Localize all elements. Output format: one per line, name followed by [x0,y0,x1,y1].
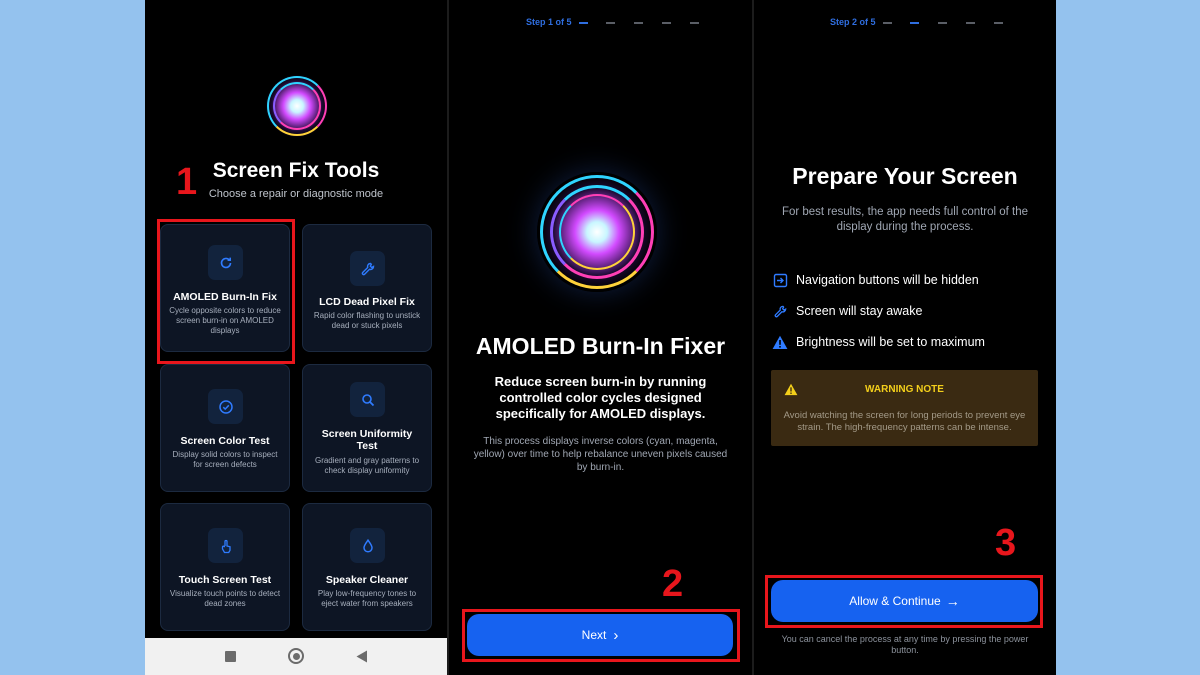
card-description: Gradient and gray patterns to check disp… [314,456,420,475]
home-circle-icon[interactable] [288,648,304,664]
wrench-icon [771,302,789,320]
description-text: This process displays inverse colors (cy… [473,436,728,473]
touch-icon [208,528,243,563]
prepare-screen: Step 2 of 5 Prepare Your Screen For best… [754,0,1056,675]
progress-dash [966,22,975,24]
progress-dash [883,22,892,24]
exit-icon [771,271,789,289]
progress-dash [690,22,699,24]
screen-subtitle: For best results, the app needs full con… [781,206,1029,233]
card-title: Speaker Cleaner [325,574,409,586]
card-description: Display solid colors to inspect for scre… [172,450,278,469]
warning-text: Avoid watching the screen for long perio… [783,410,1026,433]
permission-text: Brightness will be set to maximum [796,335,985,349]
card-lcd-dead-pixel-fix[interactable]: LCD Dead Pixel Fix Rapid color flashing … [302,224,432,352]
warning-title: WARNING NOTE [865,384,944,395]
intro-screen: Step 1 of 5 AMOLED Burn-In Fixer Reduce … [449,0,752,675]
card-title: Screen Uniformity Test [321,428,413,452]
permission-item: Navigation buttons will be hidden [771,271,979,289]
back-triangle-icon[interactable] [356,650,368,668]
permission-item: Screen will stay awake [771,302,922,320]
permission-item: Brightness will be set to maximum [771,333,985,351]
card-title: Touch Screen Test [178,574,272,586]
screen-title: AMOLED Burn-In Fixer [475,333,726,359]
screen-title: Prepare Your Screen [792,163,1018,189]
wrench-icon [350,251,385,286]
highlight-box-next [462,609,740,662]
permission-text: Screen will stay awake [796,304,923,318]
system-nav-bar [145,638,447,675]
card-speaker-cleaner[interactable]: Speaker Cleaner Play low-frequency tones… [302,503,432,631]
card-screen-uniformity-test[interactable]: Screen Uniformity Test Gradient and gray… [302,364,432,492]
progress-dash [606,22,615,24]
card-description: Rapid color flashing to unstick dead or … [313,311,421,330]
card-title: Screen Color Test [180,435,270,447]
card-description: Play low-frequency tones to eject water … [317,589,417,608]
permission-text: Navigation buttons will be hidden [796,273,979,287]
footer-note: You can cancel the process at any time b… [781,634,1029,655]
progress-dash [994,22,1003,24]
card-title: LCD Dead Pixel Fix [319,296,415,308]
check-circle-icon [208,389,243,424]
highlight-box-card [157,219,295,364]
warning-icon [771,333,789,351]
card-description: Visualize touch points to detect dead zo… [169,589,281,608]
app-logo-icon [537,172,657,292]
app-logo-icon [265,74,329,138]
annotation-number: 3 [995,522,1017,564]
lead-text: Reduce screen burn-in by running control… [494,374,707,421]
annotation-number: 1 [176,161,198,203]
progress-dash [938,22,947,24]
card-screen-color-test[interactable]: Screen Color Test Display solid colors t… [160,364,290,492]
step-indicator: Step 1 of 5 [526,17,572,27]
progress-dash [634,22,643,24]
step-indicator: Step 2 of 5 [830,17,876,27]
progress-dash [579,22,588,24]
water-drop-icon [350,528,385,563]
progress-dash [662,22,671,24]
annotation-number: 2 [662,563,684,605]
progress-dash [910,22,919,24]
warning-note: WARNING NOTE Avoid watching the screen f… [771,370,1038,446]
recents-square-icon[interactable] [225,651,236,662]
highlight-box-continue [765,575,1043,628]
card-touch-screen-test[interactable]: Touch Screen Test Visualize touch points… [160,503,290,631]
search-icon [350,382,385,417]
